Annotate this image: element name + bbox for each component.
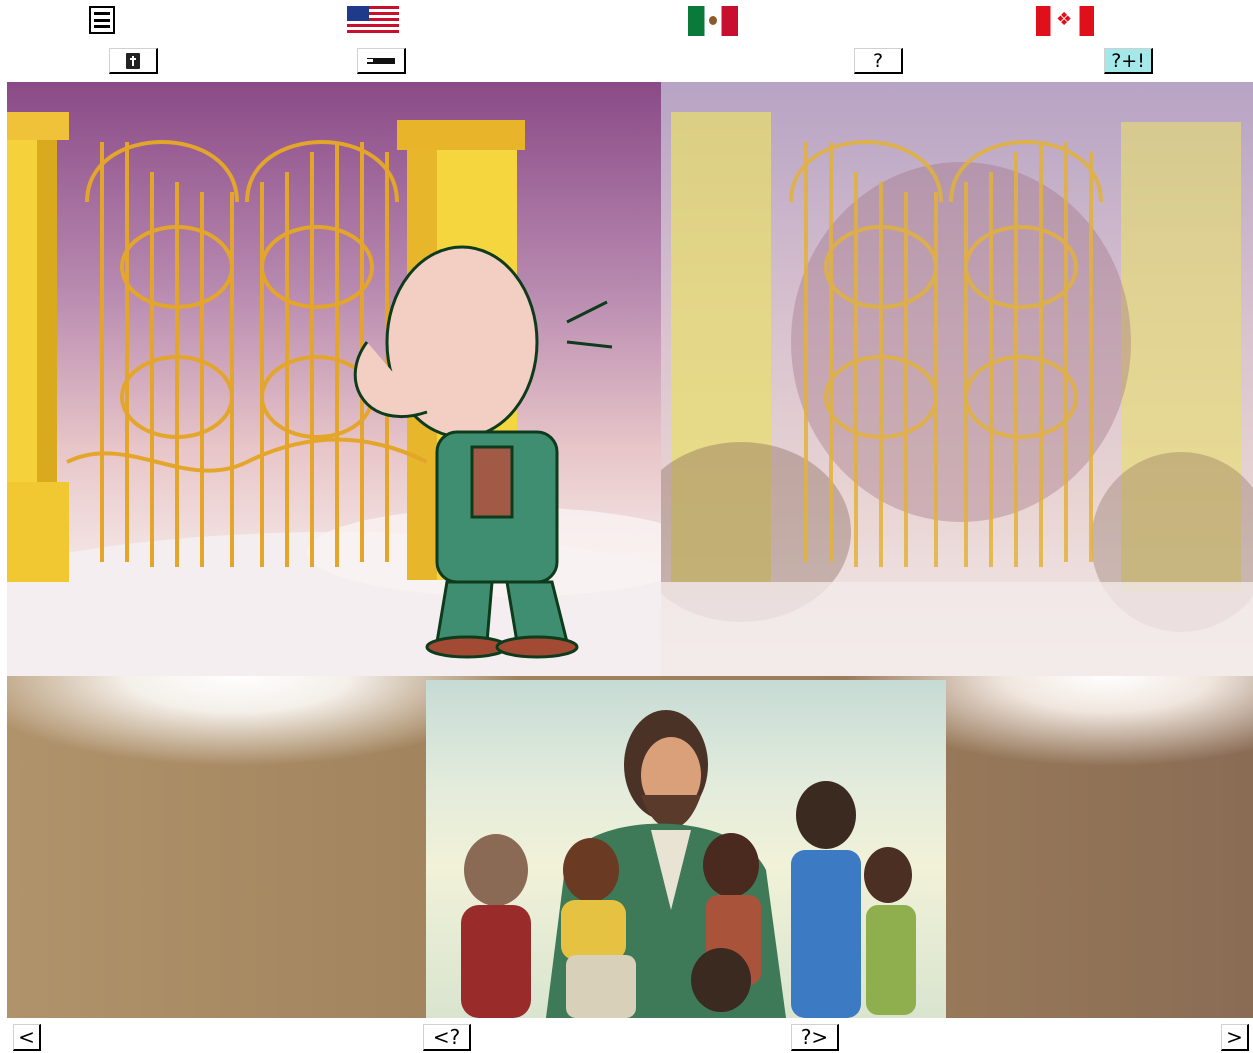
next-button[interactable]: > [1221, 1024, 1249, 1051]
bible-button[interactable] [109, 48, 158, 74]
previous-button[interactable]: < [13, 1024, 41, 1051]
previous-question-button[interactable]: <? [423, 1024, 471, 1051]
gates-and-jesus-blend-image [661, 82, 1253, 679]
mexico-flag-icon[interactable] [688, 6, 738, 36]
canada-flag-icon[interactable] [1036, 6, 1094, 36]
jesus-with-children-illustration [461, 710, 916, 1018]
bible-icon [126, 52, 140, 69]
question-button[interactable]: ? [854, 48, 903, 74]
graduation-button[interactable] [357, 48, 406, 74]
jesus-with-children-image [426, 680, 946, 1018]
united-states-flag-icon[interactable] [347, 6, 399, 36]
graduation-cap-icon [363, 57, 395, 64]
next-question-button[interactable]: ?> [791, 1024, 839, 1051]
golden-gates-image [7, 82, 661, 676]
golden-gates-illustration [7, 112, 661, 676]
gates-blend-illustration [661, 112, 1253, 679]
hamburger-menu-icon[interactable] [89, 6, 115, 34]
question-plus-exclamation-button[interactable]: ?+! [1104, 48, 1153, 74]
